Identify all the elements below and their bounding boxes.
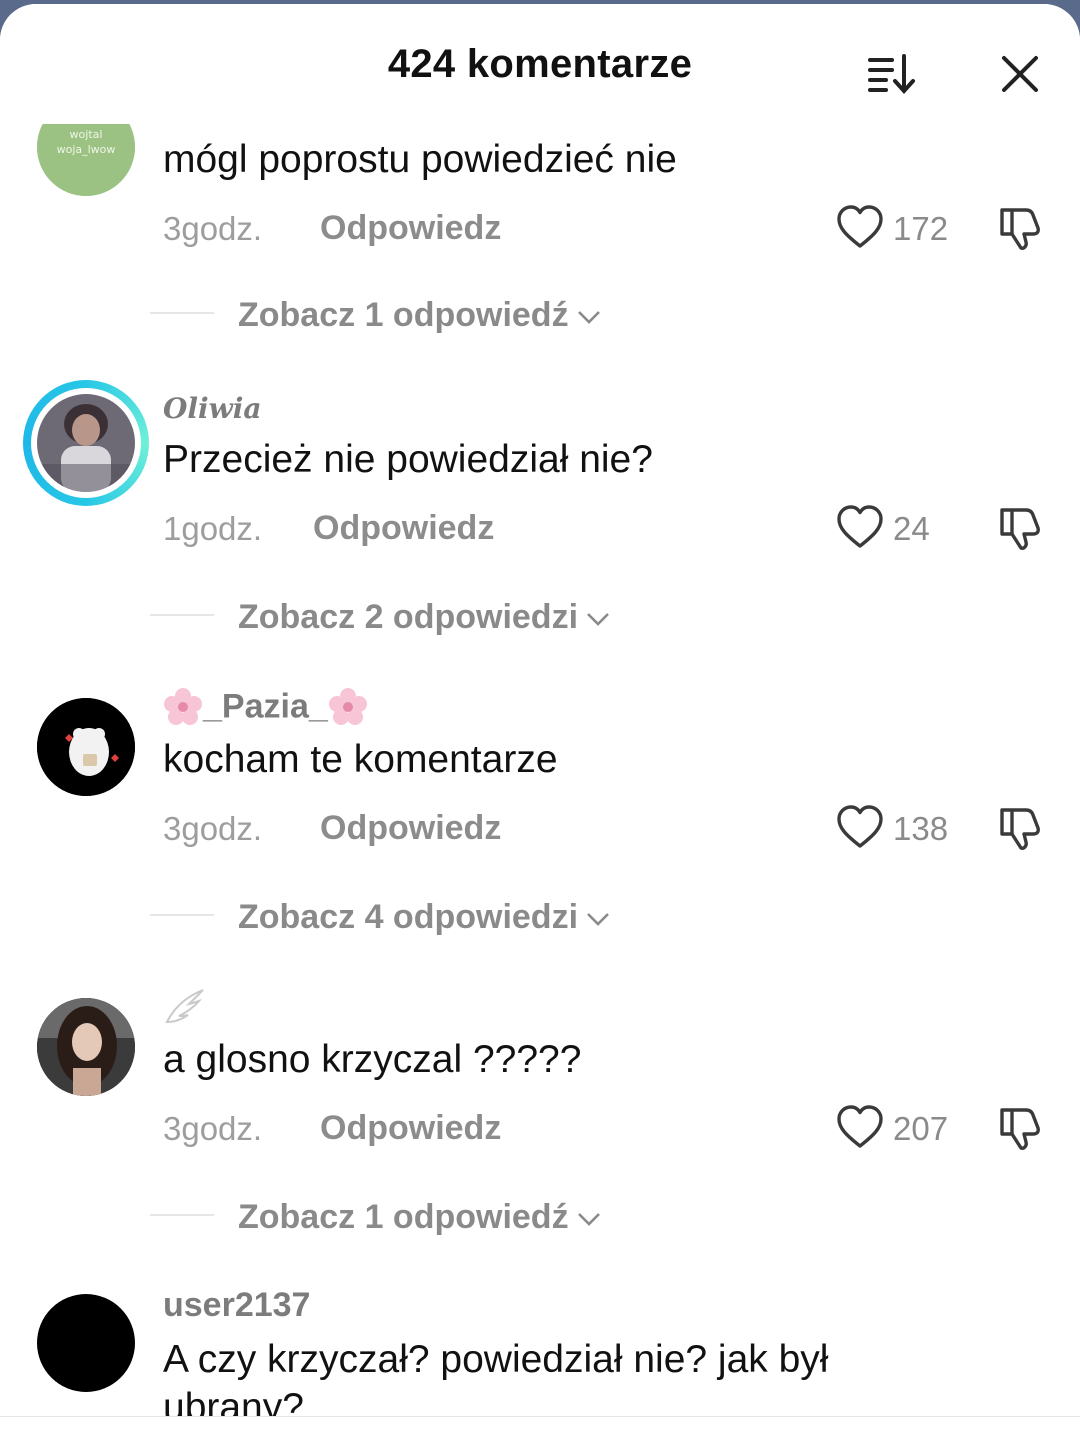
divider	[0, 1416, 1080, 1417]
sort-icon[interactable]	[864, 50, 920, 98]
comment-username[interactable]: user2137	[163, 1286, 310, 1325]
comment-item: user2137 A czy krzyczał? powiedział nie?…	[0, 4, 1080, 1416]
comments-list[interactable]: wojtal woja_lwow mógl poprostu powiedzie…	[0, 4, 1080, 1434]
comment-text-line: A czy krzyczał? powiedział nie? jak był	[163, 1338, 829, 1381]
close-icon[interactable]	[996, 52, 1044, 98]
avatar[interactable]	[37, 1294, 135, 1392]
comment-text-line: ubrany?	[163, 1386, 304, 1416]
comments-header: 424 komentarze	[0, 4, 1080, 124]
comments-sheet: wojtal woja_lwow mógl poprostu powiedzie…	[0, 4, 1080, 1434]
